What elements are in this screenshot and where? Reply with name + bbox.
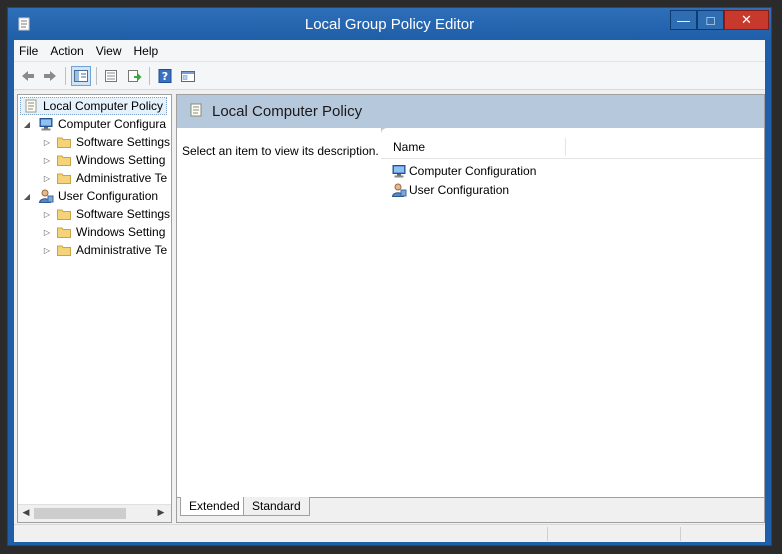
scroll-left-icon[interactable]: ◀	[20, 507, 32, 519]
folder-icon	[57, 227, 71, 238]
status-divider	[680, 527, 681, 541]
tree-item-software-settings[interactable]: ▷ Software Settings	[42, 205, 170, 223]
folder-icon	[57, 245, 71, 256]
expand-arrow-icon[interactable]: ▷	[42, 138, 52, 147]
tree-item-label: Computer Configura	[58, 117, 167, 131]
list-item-computer-configuration[interactable]: Computer Configuration	[391, 162, 536, 180]
mmc-view-button[interactable]	[178, 66, 198, 86]
forward-arrow-icon	[44, 71, 56, 81]
items-list: Name Computer Configuration User Configu…	[381, 128, 764, 498]
computer-icon	[392, 165, 406, 178]
view-tabs: Extended Standard	[177, 497, 764, 522]
tab-standard[interactable]: Standard	[243, 497, 310, 516]
menu-file[interactable]: File	[14, 44, 44, 58]
help-button[interactable]: ?	[155, 66, 175, 86]
properties-button[interactable]	[101, 66, 121, 86]
console-tree-icon	[74, 70, 88, 82]
toolbar: ?	[14, 62, 765, 90]
policy-scroll-icon	[190, 103, 202, 117]
details-header: Local Computer Policy	[177, 95, 764, 128]
tree-item-computer-configuration[interactable]: ◢ Computer Configura	[22, 115, 166, 133]
tree-item-label: Administrative Te	[76, 243, 168, 257]
expand-arrow-icon[interactable]: ▷	[42, 174, 52, 183]
menu-help[interactable]: Help	[128, 44, 165, 58]
svg-text:?: ?	[162, 70, 168, 83]
tree-item-administrative-templates[interactable]: ▷ Administrative Te	[42, 241, 167, 259]
back-button[interactable]	[18, 66, 38, 86]
column-header-name[interactable]: Name	[393, 140, 425, 154]
export-list-icon	[128, 70, 142, 82]
tree-item-administrative-templates[interactable]: ▷ Administrative Te	[42, 169, 167, 187]
expand-arrow-icon[interactable]: ▷	[42, 210, 52, 219]
expand-arrow-icon[interactable]: ▷	[42, 228, 52, 237]
status-bar	[14, 524, 765, 542]
client-area: File Action View Help ? Local Computer P…	[14, 40, 765, 542]
console-tree: Local Computer Policy ◢ Computer Configu…	[17, 94, 172, 523]
tree-item-software-settings[interactable]: ▷ Software Settings	[42, 133, 170, 151]
export-list-button[interactable]	[124, 66, 144, 86]
tree-item-label: Windows Setting	[76, 225, 166, 239]
user-icon	[391, 183, 407, 197]
user-icon	[38, 189, 54, 203]
tree-item-user-configuration[interactable]: ◢ User Configuration	[22, 187, 158, 205]
tree-item-label: Windows Setting	[76, 153, 166, 167]
tree-item-label: Software Settings	[76, 135, 171, 149]
window-title: Local Group Policy Editor	[304, 16, 475, 33]
tab-extended[interactable]: Extended	[180, 497, 249, 516]
help-icon: ?	[158, 69, 172, 83]
menu-view[interactable]: View	[90, 44, 128, 58]
column-divider[interactable]	[565, 138, 566, 156]
tree-item-label: Administrative Te	[76, 171, 168, 185]
status-divider	[547, 527, 548, 541]
scroll-right-icon[interactable]: ▶	[155, 507, 167, 519]
collapse-arrow-icon[interactable]: ◢	[22, 192, 32, 201]
main-window: Local Group Policy Editor — □ ✕ File Act…	[7, 7, 772, 546]
toolbar-separator	[149, 67, 150, 85]
close-button[interactable]: ✕	[724, 10, 769, 30]
description-text: Select an item to view its description.	[182, 144, 379, 158]
folder-icon	[57, 209, 71, 220]
expand-arrow-icon[interactable]: ▷	[42, 156, 52, 165]
computer-icon	[39, 118, 53, 131]
description-panel: Select an item to view its description.	[177, 128, 381, 498]
list-item-label: User Configuration	[409, 183, 510, 197]
horizontal-scrollbar[interactable]: ◀ ▶	[18, 504, 171, 522]
minimize-button[interactable]: —	[670, 10, 697, 30]
details-pane: Local Computer Policy Select an item to …	[176, 94, 765, 523]
maximize-button[interactable]: □	[697, 10, 724, 30]
tree-item-windows-settings[interactable]: ▷ Windows Setting	[42, 223, 165, 241]
scrollbar-thumb[interactable]	[34, 508, 126, 519]
tree-item-label: Software Settings	[76, 207, 171, 221]
list-header: Name	[381, 136, 764, 159]
toolbar-separator	[65, 67, 66, 85]
list-item-label: Computer Configuration	[409, 164, 537, 178]
list-item-user-configuration[interactable]: User Configuration	[391, 181, 509, 199]
properties-icon	[105, 70, 117, 82]
title-bar[interactable]: Local Group Policy Editor — □ ✕	[8, 8, 771, 40]
tree-item-label: User Configuration	[58, 189, 159, 203]
tree-item-local-computer-policy[interactable]: Local Computer Policy	[20, 97, 167, 115]
menu-bar: File Action View Help	[14, 40, 765, 62]
menu-action[interactable]: Action	[44, 44, 89, 58]
show-hide-tree-button[interactable]	[71, 66, 91, 86]
toolbar-separator	[96, 67, 97, 85]
details-title: Local Computer Policy	[212, 103, 363, 120]
policy-scroll-icon	[25, 99, 37, 113]
mmc-view-icon	[181, 71, 195, 82]
forward-button[interactable]	[40, 66, 60, 86]
expand-arrow-icon[interactable]: ▷	[42, 246, 52, 255]
back-arrow-icon	[22, 71, 34, 81]
tree-item-label: Local Computer Policy	[43, 99, 164, 113]
tree-item-windows-settings[interactable]: ▷ Windows Setting	[42, 151, 165, 169]
folder-icon	[57, 137, 71, 148]
collapse-arrow-icon[interactable]: ◢	[22, 120, 32, 129]
folder-icon	[57, 155, 71, 166]
folder-icon	[57, 173, 71, 184]
